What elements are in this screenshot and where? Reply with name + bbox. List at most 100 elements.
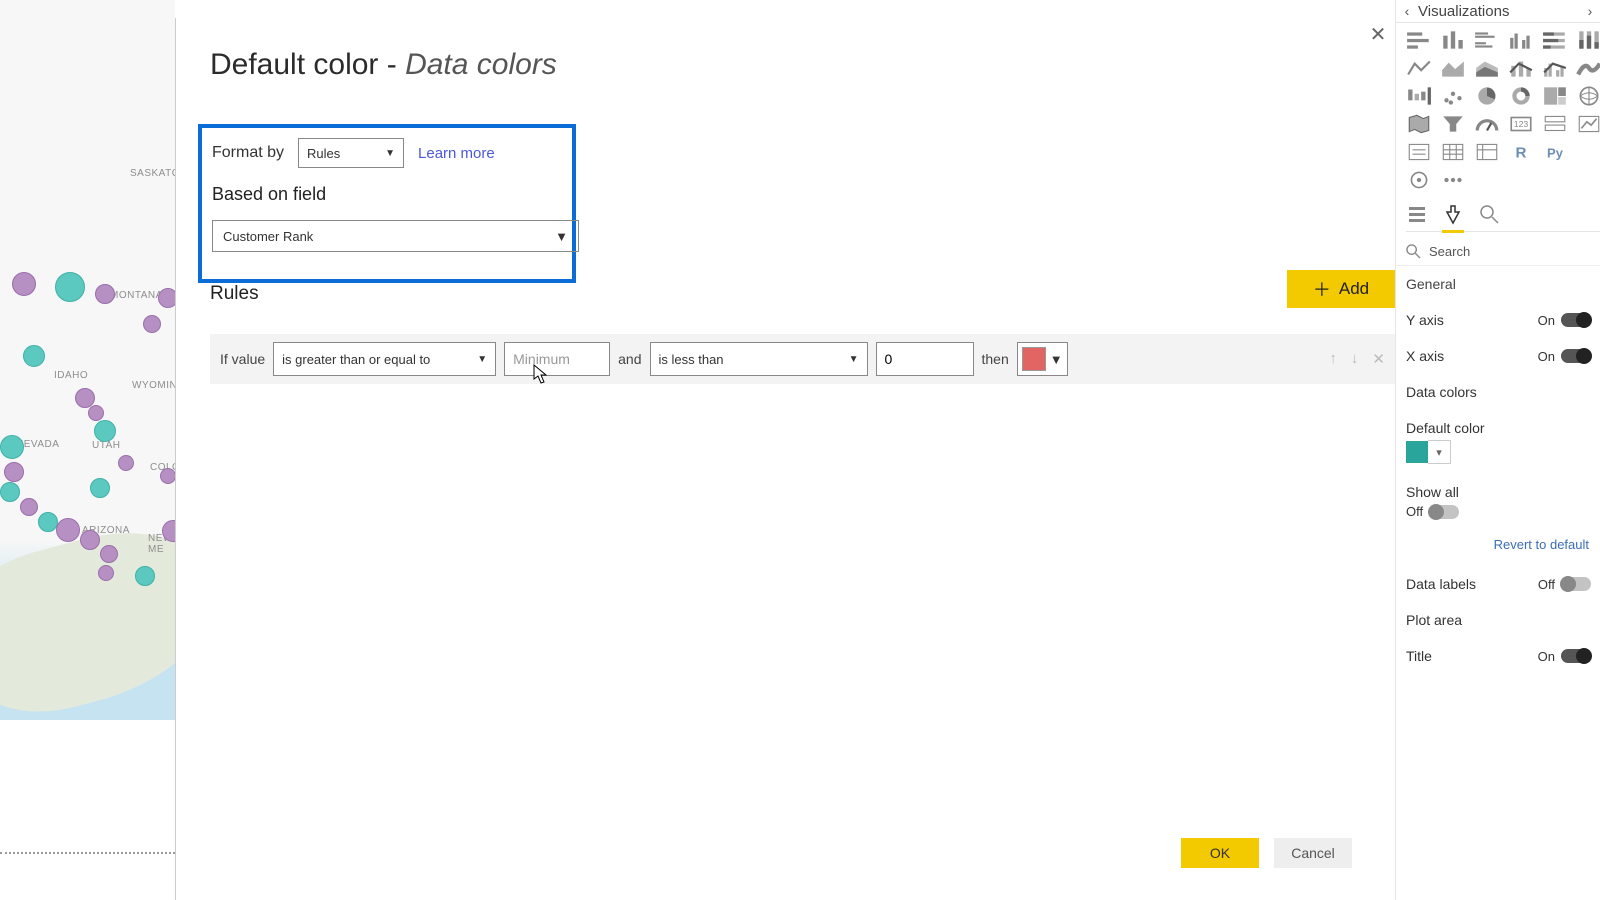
section-data-labels[interactable]: Data labels Off bbox=[1396, 566, 1600, 602]
learn-more-link[interactable]: Learn more bbox=[418, 145, 495, 162]
section-title[interactable]: Title On bbox=[1396, 638, 1600, 674]
map-visual: SASKATCH MONTANA IDAHO WYOMING NEVADA UT… bbox=[0, 0, 175, 900]
add-label: Add bbox=[1339, 279, 1369, 299]
default-color-dialog: ✕ Default color - Data colors Format by … bbox=[175, 18, 1396, 900]
kpi-icon[interactable] bbox=[1576, 113, 1600, 135]
area-chart-icon[interactable] bbox=[1440, 57, 1466, 79]
delete-rule-icon[interactable]: ✕ bbox=[1372, 350, 1385, 368]
map-bubble bbox=[94, 420, 116, 442]
search-row[interactable]: Search bbox=[1396, 238, 1600, 266]
hundred-stacked-bar-icon[interactable] bbox=[1542, 29, 1568, 51]
value-1-input[interactable] bbox=[504, 342, 610, 376]
dialog-title: Default color - Data colors bbox=[210, 48, 557, 82]
line-chart-icon[interactable] bbox=[1406, 57, 1432, 79]
default-color-label-row: Default color bbox=[1396, 410, 1600, 436]
cancel-button[interactable]: Cancel bbox=[1274, 838, 1352, 868]
stacked-bar-chart-icon[interactable] bbox=[1406, 29, 1432, 51]
section-general[interactable]: General bbox=[1396, 266, 1600, 302]
ok-button[interactable]: OK bbox=[1181, 838, 1259, 868]
hundred-stacked-column-icon[interactable] bbox=[1576, 29, 1600, 51]
section-label: Plot area bbox=[1406, 612, 1462, 628]
plus-icon: ＋ bbox=[1313, 276, 1331, 302]
rule-color-picker[interactable]: ▼ bbox=[1017, 342, 1068, 376]
python-visual-icon[interactable]: Py bbox=[1542, 141, 1568, 163]
format-by-label: Format by bbox=[212, 144, 284, 162]
line-stacked-column-icon[interactable] bbox=[1508, 57, 1534, 79]
section-plot-area[interactable]: Plot area bbox=[1396, 602, 1600, 638]
map-icon[interactable] bbox=[1576, 85, 1600, 107]
section-label: Default color bbox=[1406, 420, 1485, 436]
r-visual-icon[interactable]: R bbox=[1508, 141, 1534, 163]
operator-2-value: is less than bbox=[659, 352, 724, 367]
toggle-switch[interactable] bbox=[1429, 505, 1459, 519]
title-italic: Data colors bbox=[405, 48, 557, 81]
panel-header: ‹ Visualizations › bbox=[1396, 0, 1600, 23]
section-label: General bbox=[1406, 276, 1456, 292]
more-visuals-icon[interactable] bbox=[1440, 169, 1466, 191]
stacked-area-chart-icon[interactable] bbox=[1474, 57, 1500, 79]
operator-2-select[interactable]: is less than ▼ bbox=[650, 342, 868, 376]
map-bubble bbox=[4, 462, 24, 482]
arcgis-map-icon[interactable] bbox=[1406, 169, 1432, 191]
map-bubble bbox=[20, 498, 38, 516]
waterfall-chart-icon[interactable] bbox=[1406, 85, 1432, 107]
default-color-picker[interactable]: ▾ bbox=[1396, 436, 1600, 474]
analytics-tab-icon[interactable] bbox=[1478, 203, 1500, 225]
format-by-value: Rules bbox=[307, 146, 340, 161]
scatter-chart-icon[interactable] bbox=[1440, 85, 1466, 107]
move-down-icon[interactable]: ↓ bbox=[1351, 350, 1359, 368]
operator-1-select[interactable]: is greater than or equal to ▼ bbox=[273, 342, 496, 376]
section-label: Data colors bbox=[1406, 384, 1477, 400]
slicer-icon[interactable] bbox=[1406, 141, 1432, 163]
section-label: Show all bbox=[1406, 484, 1459, 500]
format-by-highlight: Format by Rules ▼ Learn more Based on fi… bbox=[198, 124, 576, 283]
donut-chart-icon[interactable] bbox=[1508, 85, 1534, 107]
toggle-switch[interactable] bbox=[1561, 313, 1591, 327]
matrix-icon[interactable] bbox=[1474, 141, 1500, 163]
close-icon[interactable]: ✕ bbox=[1366, 24, 1390, 48]
map-bubble bbox=[80, 530, 100, 550]
section-label: X axis bbox=[1406, 348, 1444, 364]
filled-map-icon[interactable] bbox=[1406, 113, 1432, 135]
section-y-axis[interactable]: Y axis On bbox=[1396, 302, 1600, 338]
funnel-icon[interactable] bbox=[1440, 113, 1466, 135]
based-on-field-select[interactable]: Customer Rank ▼ bbox=[212, 220, 579, 252]
map-bubble bbox=[90, 478, 110, 498]
format-by-select[interactable]: Rules ▼ bbox=[298, 138, 404, 168]
chevron-down-icon[interactable]: ▾ bbox=[1428, 440, 1451, 464]
add-rule-button[interactable]: ＋ Add bbox=[1287, 270, 1395, 308]
pie-chart-icon[interactable] bbox=[1474, 85, 1500, 107]
gauge-icon[interactable] bbox=[1474, 113, 1500, 135]
clustered-bar-chart-icon[interactable] bbox=[1474, 29, 1500, 51]
map-bubble bbox=[160, 468, 175, 484]
panel-title: Visualizations bbox=[1418, 3, 1579, 20]
stacked-column-chart-icon[interactable] bbox=[1440, 29, 1466, 51]
section-data-colors[interactable]: Data colors bbox=[1396, 374, 1600, 410]
collapse-right-icon[interactable]: › bbox=[1579, 3, 1600, 19]
table-icon[interactable] bbox=[1440, 141, 1466, 163]
map-bubble bbox=[55, 272, 85, 302]
if-value-label: If value bbox=[220, 351, 265, 367]
clustered-column-chart-icon[interactable] bbox=[1508, 29, 1534, 51]
svg-text:Py: Py bbox=[1547, 145, 1564, 160]
state-label: WYOMING bbox=[132, 380, 175, 391]
revert-to-default-link[interactable]: Revert to default bbox=[1396, 529, 1600, 566]
move-up-icon[interactable]: ↑ bbox=[1329, 350, 1337, 368]
toggle-switch[interactable] bbox=[1561, 577, 1591, 591]
format-tab-icon[interactable] bbox=[1442, 203, 1464, 233]
map-bubble bbox=[98, 565, 114, 581]
section-x-axis[interactable]: X axis On bbox=[1396, 338, 1600, 374]
toggle-switch[interactable] bbox=[1561, 649, 1591, 663]
show-all-label-row: Show all bbox=[1396, 474, 1600, 500]
fields-tab-icon[interactable] bbox=[1406, 203, 1428, 225]
toggle-switch[interactable] bbox=[1561, 349, 1591, 363]
treemap-icon[interactable] bbox=[1542, 85, 1568, 107]
line-clustered-column-icon[interactable] bbox=[1542, 57, 1568, 79]
ribbon-chart-icon[interactable] bbox=[1576, 57, 1600, 79]
show-all-toggle-row: Off bbox=[1396, 500, 1600, 529]
multi-row-card-icon[interactable] bbox=[1542, 113, 1568, 135]
collapse-left-icon[interactable]: ‹ bbox=[1396, 3, 1418, 19]
state-label: MONTANA bbox=[110, 290, 163, 301]
card-icon[interactable]: 123 bbox=[1508, 113, 1534, 135]
value-2-input[interactable] bbox=[876, 342, 974, 376]
